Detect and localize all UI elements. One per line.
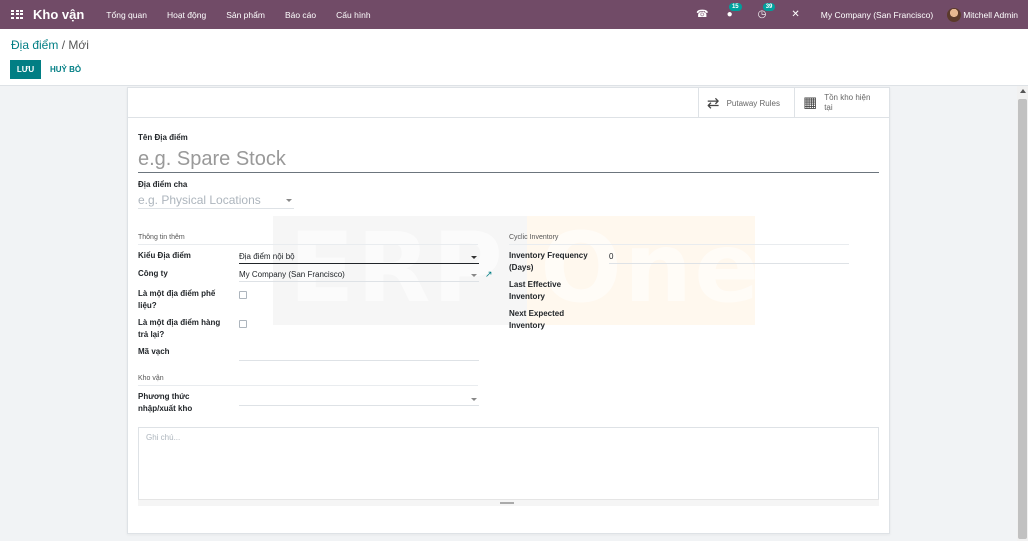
external-link-icon[interactable]: ↗ — [485, 269, 493, 280]
logistics-title: Kho vận — [138, 375, 164, 382]
close-icon[interactable]: ✕ — [791, 9, 799, 20]
activities-badge: 39 — [762, 3, 776, 11]
breadcrumb-parent[interactable]: Địa điểm — [11, 38, 58, 52]
return-location-checkbox[interactable] — [239, 320, 247, 328]
resize-grip-icon[interactable] — [500, 502, 514, 504]
scrap-location-label: Là một địa điểm phế liệu? — [138, 289, 216, 310]
current-stock-label: Tồn kho hiện tại — [824, 93, 871, 112]
menu-operations[interactable]: Hoạt động — [167, 10, 206, 20]
putaway-rules-button[interactable]: ⇄ Putaway Rules — [698, 88, 794, 118]
top-navbar: Kho vận Tổng quan Hoạt động Sản phẩm Báo… — [0, 0, 1028, 29]
cubes-icon: ▦ — [803, 94, 818, 111]
breadcrumb-separator: / — [58, 38, 69, 52]
avatar — [947, 7, 962, 22]
menu-overview[interactable]: Tổng quan — [106, 10, 147, 20]
scroll-up-arrow-icon[interactable] — [1020, 89, 1026, 93]
next-inventory-label: Next Expected Inventory — [509, 309, 565, 330]
last-inventory-label: Last Effective Inventory — [509, 280, 562, 301]
phone-icon[interactable]: ☎ — [696, 9, 708, 20]
activities-icon[interactable]: ◷ 39 — [758, 3, 776, 20]
chevron-down-icon[interactable] — [286, 199, 292, 202]
location-type-select[interactable]: Địa điểm nội bộ — [239, 250, 479, 264]
barcode-input[interactable] — [239, 347, 479, 361]
breadcrumb: Địa điểm / Mới — [11, 38, 89, 52]
scroll-thumb[interactable] — [1018, 99, 1027, 539]
messages-icon[interactable]: ● 15 — [727, 3, 742, 20]
smart-button-box: ⇄ Putaway Rules ▦ Tồn kho hiện tại — [698, 88, 889, 118]
removal-strategy-select[interactable] — [239, 392, 479, 406]
location-name-input[interactable]: e.g. Spare Stock — [138, 146, 879, 173]
menu-configuration[interactable]: Cấu hình — [336, 10, 371, 20]
parent-location-input[interactable]: e.g. Physical Locations — [138, 192, 294, 209]
save-button[interactable]: LƯU — [10, 60, 41, 79]
apps-menu-icon[interactable] — [11, 9, 23, 20]
inventory-frequency-input[interactable]: 0 — [609, 250, 849, 264]
breadcrumb-current: Mới — [68, 38, 89, 52]
return-location-label: Là một địa điểm hàng trả lại? — [138, 318, 221, 339]
chevron-down-icon[interactable] — [471, 398, 477, 401]
company-switcher[interactable]: My Company (San Francisco) — [821, 10, 933, 20]
discard-button[interactable]: HUỶ BỎ — [44, 60, 87, 79]
chevron-down-icon[interactable] — [471, 256, 477, 259]
notes-editor[interactable]: Ghi chú... — [138, 427, 879, 506]
location-type-label: Kiểu Địa điểm — [138, 251, 191, 260]
user-menu[interactable]: Mitchell Admin — [947, 7, 1018, 22]
user-name: Mitchell Admin — [963, 9, 1018, 20]
menu-reporting[interactable]: Báo cáo — [285, 10, 316, 20]
chevron-down-icon[interactable] — [471, 274, 477, 277]
current-stock-button[interactable]: ▦ Tồn kho hiện tại — [794, 88, 889, 118]
systray: ☎ ● 15 ◷ 39 ✕ My Company (San Francisco)… — [687, 0, 1028, 29]
barcode-label: Mã vạch — [138, 347, 170, 356]
location-name-label: Tên Địa điểm — [138, 133, 188, 142]
shuffle-icon: ⇄ — [707, 95, 720, 112]
inventory-frequency-label: Inventory Frequency (Days) — [509, 251, 588, 272]
parent-location-label: Địa điểm cha — [138, 180, 188, 189]
app-name[interactable]: Kho vận — [33, 7, 84, 22]
form-sheet: ⇄ Putaway Rules ▦ Tồn kho hiện tại ERP On… — [127, 87, 890, 534]
company-input[interactable]: My Company (San Francisco) — [239, 268, 479, 282]
cyclic-inventory-title: Cyclic Inventory — [509, 234, 559, 241]
control-panel: Địa điểm / Mới LƯU HUỶ BỎ — [0, 29, 1028, 86]
menu-products[interactable]: Sản phẩm — [226, 10, 265, 20]
messages-badge: 15 — [728, 3, 742, 11]
company-label: Công ty — [138, 269, 168, 278]
additional-info-title: Thông tin thêm — [138, 234, 185, 241]
putaway-rules-label: Putaway Rules — [726, 98, 780, 108]
scrap-location-checkbox[interactable] — [239, 291, 247, 299]
removal-strategy-label: Phương thức nhập/xuất kho — [138, 392, 193, 413]
page-scrollbar[interactable] — [1017, 86, 1028, 541]
